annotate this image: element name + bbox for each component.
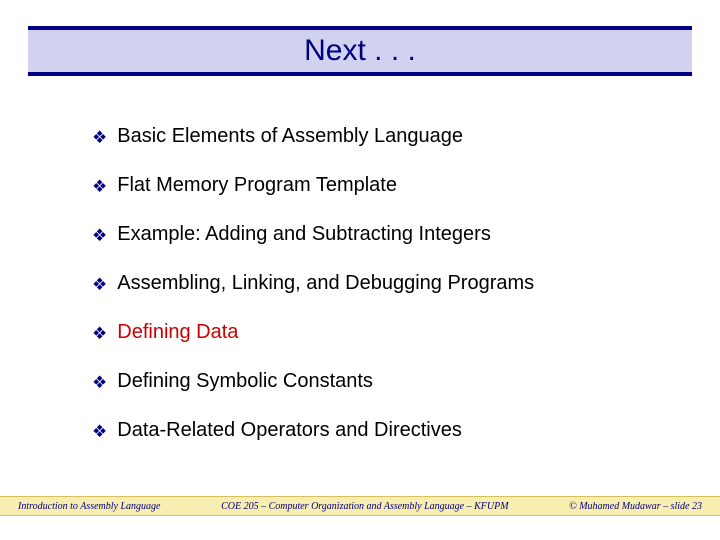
bullet-text: Data-Related Operators and Directives: [117, 418, 462, 443]
bullet-text: Assembling, Linking, and Debugging Progr…: [117, 271, 534, 296]
diamond-bullet-icon: ❖: [92, 421, 107, 442]
list-item: ❖ Flat Memory Program Template: [92, 173, 660, 198]
diamond-bullet-icon: ❖: [92, 127, 107, 148]
list-item: ❖ Example: Adding and Subtracting Intege…: [92, 222, 660, 247]
list-item: ❖ Defining Data: [92, 320, 660, 345]
bullet-text: Example: Adding and Subtracting Integers: [117, 222, 491, 247]
footer-bar: Introduction to Assembly Language COE 20…: [0, 496, 720, 516]
diamond-bullet-icon: ❖: [92, 225, 107, 246]
slide-title: Next . . .: [304, 34, 416, 68]
list-item: ❖ Data-Related Operators and Directives: [92, 418, 660, 443]
diamond-bullet-icon: ❖: [92, 274, 107, 295]
bullet-text-highlight: Defining Data: [117, 320, 238, 345]
list-item: ❖ Assembling, Linking, and Debugging Pro…: [92, 271, 660, 296]
list-item: ❖ Basic Elements of Assembly Language: [92, 124, 660, 149]
footer-right: © Muhamed Mudawar – slide 23: [569, 501, 702, 512]
list-item: ❖ Defining Symbolic Constants: [92, 369, 660, 394]
bullet-list: ❖ Basic Elements of Assembly Language ❖ …: [92, 124, 660, 467]
footer-center: COE 205 – Computer Organization and Asse…: [161, 501, 570, 512]
bullet-text: Defining Symbolic Constants: [117, 369, 373, 394]
footer-left: Introduction to Assembly Language: [18, 501, 161, 512]
diamond-bullet-icon: ❖: [92, 176, 107, 197]
bullet-text: Flat Memory Program Template: [117, 173, 397, 198]
title-bar: Next . . .: [28, 26, 692, 76]
diamond-bullet-icon: ❖: [92, 323, 107, 344]
diamond-bullet-icon: ❖: [92, 372, 107, 393]
title-inner: Next . . .: [28, 30, 692, 72]
bullet-text: Basic Elements of Assembly Language: [117, 124, 463, 149]
